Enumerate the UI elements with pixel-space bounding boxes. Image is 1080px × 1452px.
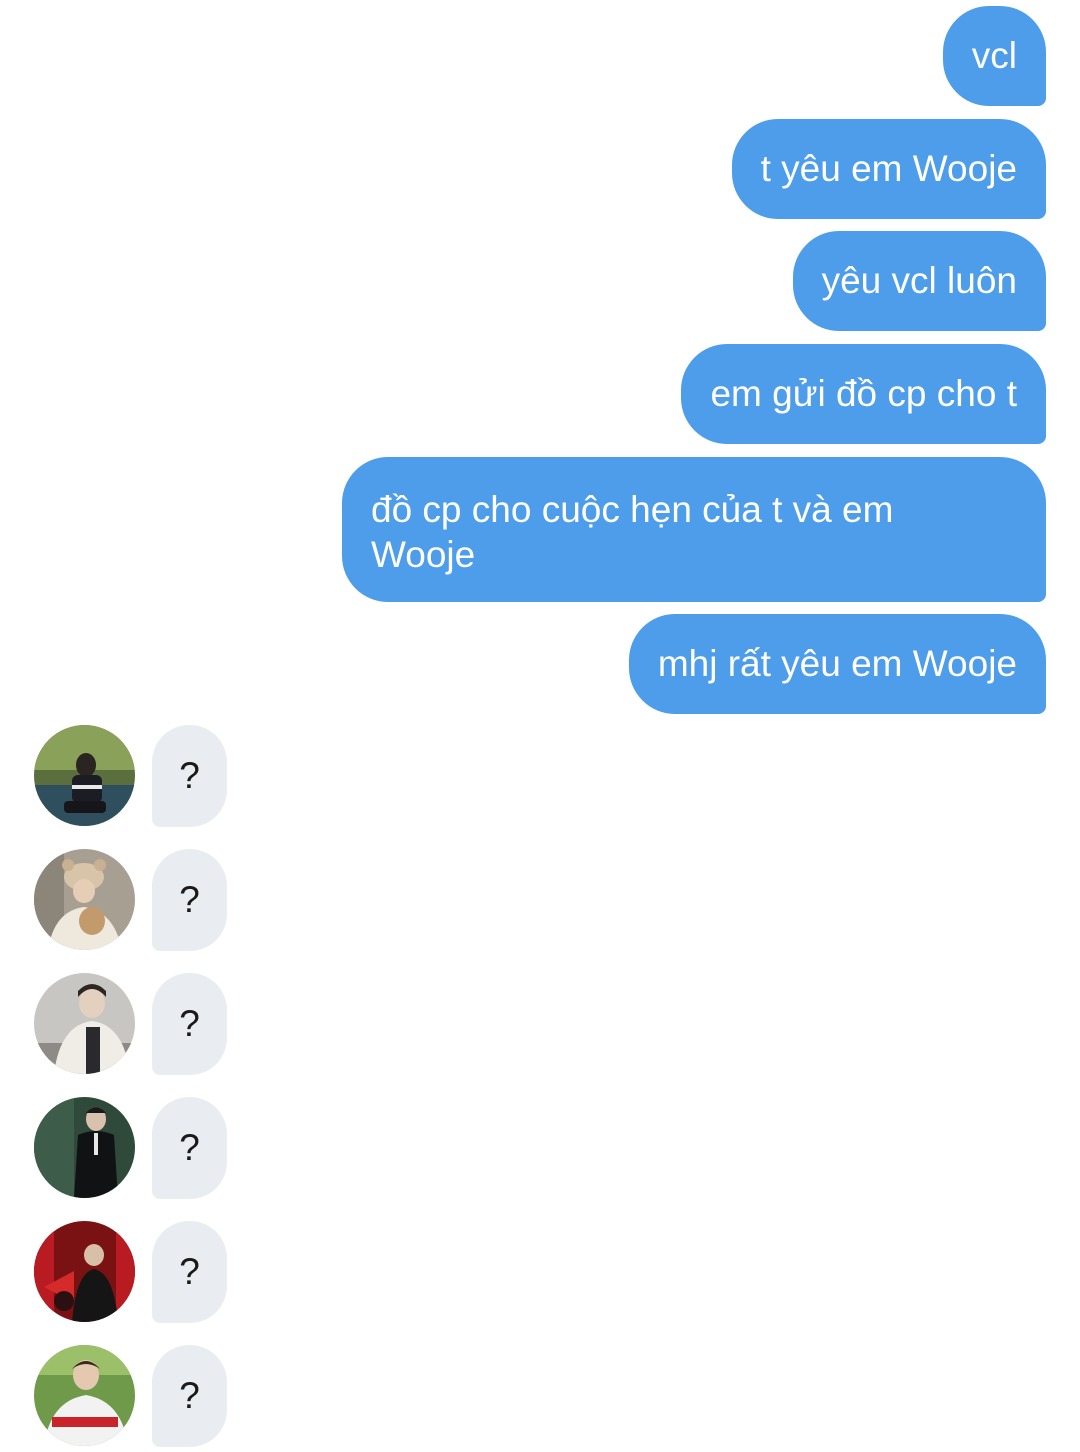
- incoming-message-row: ?: [34, 1345, 234, 1447]
- outgoing-message[interactable]: vcl: [942, 6, 1046, 106]
- avatar[interactable]: [34, 1345, 135, 1446]
- incoming-message-row: ?: [34, 1221, 234, 1323]
- outgoing-message[interactable]: t yêu em Wooje: [731, 119, 1046, 219]
- avatar-photo: [34, 1345, 135, 1446]
- incoming-message-row: ?: [34, 1097, 234, 1199]
- avatar[interactable]: [34, 973, 135, 1074]
- avatar[interactable]: [34, 849, 135, 950]
- avatar-photo: [34, 1221, 135, 1322]
- avatar[interactable]: [34, 1097, 135, 1198]
- incoming-message[interactable]: ?: [152, 849, 227, 951]
- avatar-photo: [34, 973, 135, 1074]
- incoming-message-row: ?: [34, 973, 234, 1075]
- incoming-message[interactable]: ?: [152, 725, 227, 827]
- avatar-photo: [34, 725, 135, 826]
- message-thread: vcl t yêu em Wooje yêu vcl luôn em gửi đ…: [0, 0, 1080, 1452]
- outgoing-message[interactable]: yêu vcl luôn: [792, 231, 1046, 331]
- incoming-message[interactable]: ?: [152, 1221, 227, 1323]
- incoming-message[interactable]: ?: [152, 1097, 227, 1199]
- incoming-message[interactable]: ?: [152, 1345, 227, 1447]
- outgoing-message[interactable]: em gửi đồ cp cho t: [681, 344, 1046, 444]
- incoming-message[interactable]: ?: [152, 973, 227, 1075]
- outgoing-message[interactable]: mhj rất yêu em Wooje: [628, 614, 1046, 714]
- avatar-photo: [34, 849, 135, 950]
- incoming-message-row: ?: [34, 725, 234, 827]
- avatar[interactable]: [34, 1221, 135, 1322]
- avatar-photo: [34, 1097, 135, 1198]
- incoming-message-row: ?: [34, 849, 234, 951]
- avatar[interactable]: [34, 725, 135, 826]
- outgoing-message[interactable]: đồ cp cho cuộc hẹn của t và em Wooje: [342, 457, 1046, 602]
